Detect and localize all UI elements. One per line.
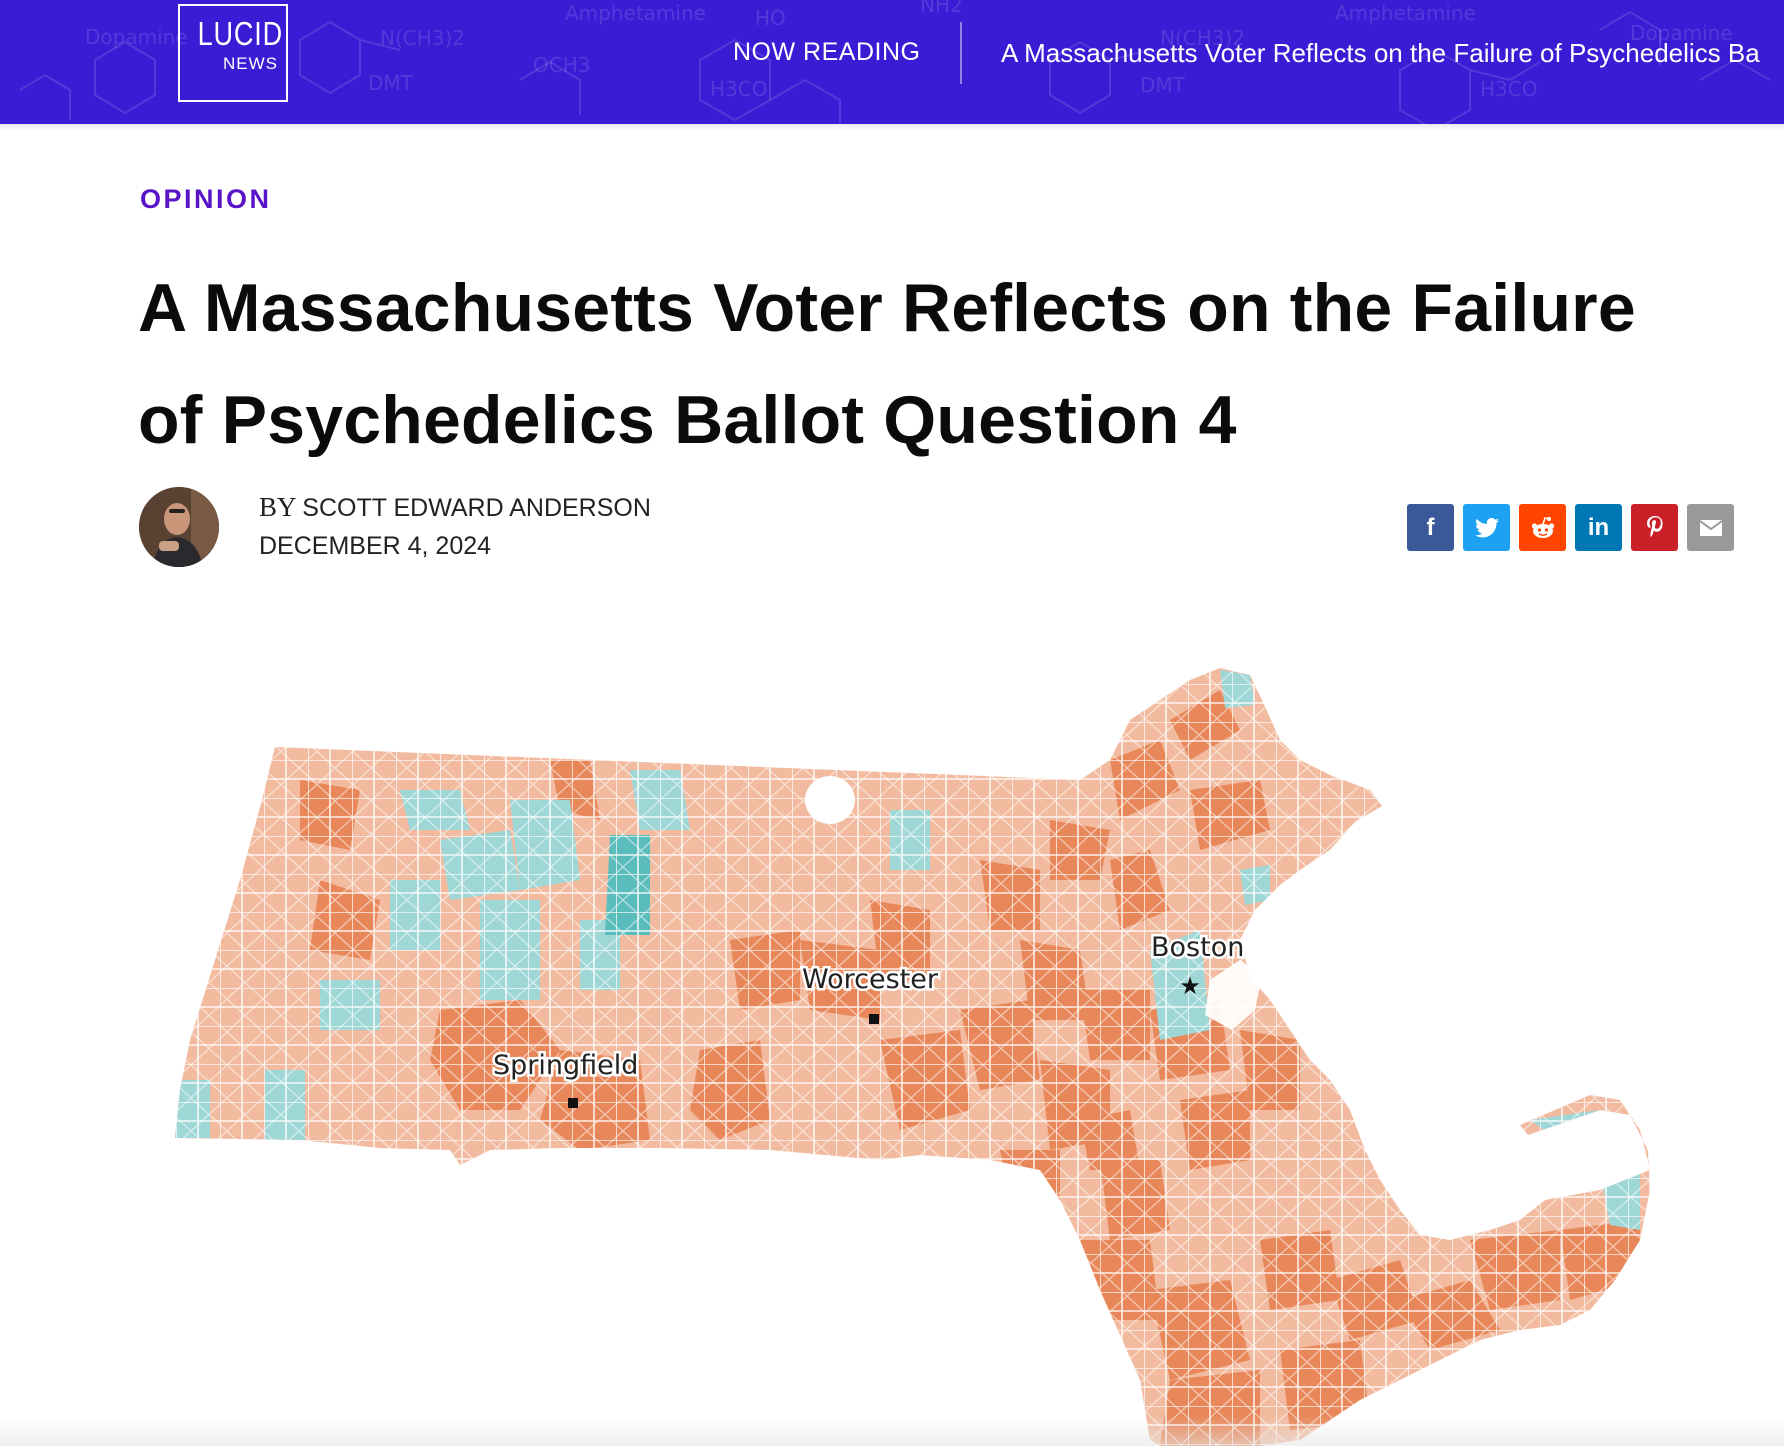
city-label-boston: Boston <box>1151 932 1244 963</box>
springfield-marker <box>568 1098 578 1108</box>
byline-prefix: BY <box>259 492 296 522</box>
watermark-text: H3CO <box>710 77 767 101</box>
watermark-text: OCH3 <box>533 53 590 77</box>
author-name[interactable]: SCOTT EDWARD ANDERSON <box>302 494 651 522</box>
massachusetts-vote-map: ★ Worcester Springfield Boston <box>0 640 1784 1446</box>
facebook-share-button[interactable]: f <box>1407 504 1454 551</box>
pinterest-icon <box>1646 515 1663 537</box>
city-label-worcester: Worcester <box>802 964 939 995</box>
logo-sub-text: NEWS <box>223 54 278 73</box>
twitter-share-button[interactable] <box>1463 504 1510 551</box>
facebook-icon: f <box>1426 513 1435 541</box>
article-category[interactable]: OPINION <box>140 184 272 215</box>
linkedin-icon: in <box>1587 513 1610 541</box>
watermark-text: DMT <box>368 71 414 95</box>
boston-star-icon: ★ <box>1179 972 1201 1000</box>
map-regions <box>175 668 1650 1446</box>
reddit-icon <box>1531 516 1554 538</box>
watermark-text: Amphetamine <box>565 1 706 25</box>
watermark-text: H3CO <box>1480 77 1537 101</box>
article-title: A Massachusetts Voter Reflects on the Fa… <box>138 270 1636 458</box>
worcester-marker <box>869 1014 879 1024</box>
author-avatar[interactable] <box>139 487 219 567</box>
email-share-button[interactable] <box>1687 504 1734 551</box>
now-reading-label: NOW READING <box>733 38 921 66</box>
pinterest-share-button[interactable] <box>1631 504 1678 551</box>
header-divider <box>960 22 962 84</box>
watermark-text: DMT <box>1140 73 1186 97</box>
map-svg: ★ Worcester Springfield Boston <box>175 668 1650 1446</box>
city-label-springfield: Springfield <box>493 1050 638 1081</box>
logo-main-text: LUCID <box>197 15 283 52</box>
site-logo[interactable]: LUCID NEWS <box>178 4 288 102</box>
town-borders-diagonal <box>175 668 1650 1446</box>
header-shadow <box>0 124 1784 130</box>
watermark-text: N(CH3)2 <box>380 26 465 50</box>
site-header: Dopamine Amphetamine HO NH2 N(CH3)2 OCH3… <box>0 0 1784 124</box>
watermark-text: HO <box>755 6 786 30</box>
share-buttons: f in <box>1407 504 1734 551</box>
now-reading-title[interactable]: A Massachusetts Voter Reflects on the Fa… <box>1001 38 1760 69</box>
watermark-text: Dopamine <box>85 25 188 49</box>
byline: BY SCOTT EDWARD ANDERSON <box>259 492 651 523</box>
twitter-icon <box>1474 517 1499 537</box>
bottom-fade <box>0 1416 1784 1446</box>
linkedin-share-button[interactable]: in <box>1575 504 1622 551</box>
watermark-text: Amphetamine <box>1335 1 1476 25</box>
watermark-text: NH2 <box>920 0 963 17</box>
email-icon <box>1698 519 1723 536</box>
publish-date: DECEMBER 4, 2024 <box>259 532 492 560</box>
reddit-share-button[interactable] <box>1519 504 1566 551</box>
